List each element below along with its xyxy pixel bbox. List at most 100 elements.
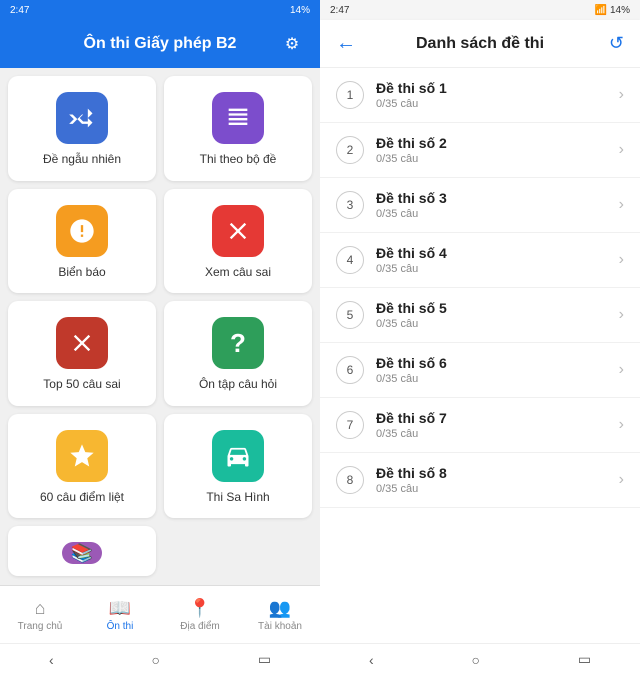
chevron-icon-3: › [619, 196, 624, 214]
exam-title-7: Đề thi số 7 [376, 410, 619, 426]
exam-item-1[interactable]: 1 Đề thi số 1 0/35 câu › [320, 68, 640, 123]
refresh-button[interactable]: ↺ [600, 33, 624, 54]
menu-item-60-cau[interactable]: 60 câu điểm liệt [8, 414, 156, 519]
right-header: ← Danh sách đề thi ↺ [320, 20, 640, 68]
right-header-title: Danh sách đề thi [360, 35, 600, 53]
exam-item-4[interactable]: 4 Đề thi số 4 0/35 câu › [320, 233, 640, 288]
on-tap-label: Ôn tập câu hỏi [199, 377, 277, 393]
right-screen: 2:47 📶 14% ← Danh sách đề thi ↺ 1 Đề thi… [320, 0, 640, 675]
chevron-icon-2: › [619, 141, 624, 159]
left-header: Ôn thi Giấy phép B2 ⚙ [0, 20, 320, 68]
exam-info-2: Đề thi số 2 0/35 câu [376, 135, 619, 165]
header-spacer-left [16, 32, 40, 56]
back-sys-left[interactable]: ‹ [49, 652, 54, 668]
exam-item-3[interactable]: 3 Đề thi số 3 0/35 câu › [320, 178, 640, 233]
exam-item-2[interactable]: 2 Đề thi số 2 0/35 câu › [320, 123, 640, 178]
home-sys-right[interactable]: ○ [471, 652, 479, 668]
home-sys-left[interactable]: ○ [151, 652, 159, 668]
left-header-title: Ôn thi Giấy phép B2 [40, 35, 280, 53]
exam-info-5: Đề thi số 5 0/35 câu [376, 300, 619, 330]
chevron-icon-4: › [619, 251, 624, 269]
nav-tai-khoan[interactable]: 👥 Tài khoản [240, 586, 320, 643]
exam-title-8: Đề thi số 8 [376, 465, 619, 481]
nav-dia-diem[interactable]: 📍 Địa điểm [160, 586, 240, 643]
menu-item-on-tap[interactable]: ? Ôn tập câu hỏi [164, 301, 312, 406]
chevron-icon-5: › [619, 306, 624, 324]
time-right: 2:47 [330, 5, 349, 16]
60-cau-icon [56, 430, 108, 482]
exam-sub-5: 0/35 câu [376, 318, 619, 330]
chevron-icon-7: › [619, 416, 624, 434]
exam-info-1: Đề thi số 1 0/35 câu [376, 80, 619, 110]
menu-item-de-ngau-nhien[interactable]: Đề ngẫu nhiên [8, 76, 156, 181]
60-cau-label: 60 câu điểm liệt [40, 490, 124, 506]
exam-sub-8: 0/35 câu [376, 483, 619, 495]
menu-item-thi-theo-bo-de[interactable]: Thi theo bộ đề [164, 76, 312, 181]
bien-bao-icon [56, 205, 108, 257]
recent-sys-right[interactable]: ▭ [578, 651, 591, 668]
sys-nav-right: ‹ ○ ▭ [320, 643, 640, 675]
exam-item-6[interactable]: 6 Đề thi số 6 0/35 câu › [320, 343, 640, 398]
exam-title-2: Đề thi số 2 [376, 135, 619, 151]
exam-info-4: Đề thi số 4 0/35 câu [376, 245, 619, 275]
home-icon: ⌂ [35, 598, 46, 619]
exam-number-3: 3 [336, 191, 364, 219]
exam-title-1: Đề thi số 1 [376, 80, 619, 96]
status-bar-right: 2:47 📶 14% [320, 0, 640, 20]
partial-icon: 📚 [62, 542, 102, 564]
bien-bao-label: Biển báo [58, 265, 105, 281]
exam-title-6: Đề thi số 6 [376, 355, 619, 371]
status-bar-left: 2:47 14% [0, 0, 320, 20]
back-sys-right[interactable]: ‹ [369, 652, 374, 668]
exam-number-5: 5 [336, 301, 364, 329]
settings-icon[interactable]: ⚙ [280, 32, 304, 56]
exam-info-8: Đề thi số 8 0/35 câu [376, 465, 619, 495]
top-50-icon [56, 317, 108, 369]
back-button[interactable]: ← [336, 32, 360, 55]
exam-number-4: 4 [336, 246, 364, 274]
thi-theo-bo-de-icon [212, 92, 264, 144]
status-icons-right: 📶 14% [595, 5, 630, 16]
xem-cau-sai-label: Xem câu sai [205, 265, 271, 281]
exam-item-8[interactable]: 8 Đề thi số 8 0/35 câu › [320, 453, 640, 508]
exam-item-7[interactable]: 7 Đề thi số 7 0/35 câu › [320, 398, 640, 453]
de-ngau-nhien-icon [56, 92, 108, 144]
on-tap-icon: ? [212, 317, 264, 369]
menu-item-partial[interactable]: 📚 [8, 526, 156, 576]
exam-sub-4: 0/35 câu [376, 263, 619, 275]
book-icon: 📖 [109, 598, 131, 619]
exam-sub-2: 0/35 câu [376, 153, 619, 165]
bottom-nav: ⌂ Trang chủ 📖 Ôn thi 📍 Địa điểm 👥 Tài kh… [0, 585, 320, 643]
exam-number-2: 2 [336, 136, 364, 164]
menu-item-xem-cau-sai[interactable]: Xem câu sai [164, 189, 312, 294]
menu-item-thi-sa-hinh[interactable]: Thi Sa Hình [164, 414, 312, 519]
exam-item-5[interactable]: 5 Đề thi số 5 0/35 câu › [320, 288, 640, 343]
exam-number-6: 6 [336, 356, 364, 384]
exam-title-5: Đề thi số 5 [376, 300, 619, 316]
exam-title-3: Đề thi số 3 [376, 190, 619, 206]
time-left: 2:47 [10, 5, 29, 16]
exam-sub-1: 0/35 câu [376, 98, 619, 110]
menu-item-top-50[interactable]: Top 50 câu sai [8, 301, 156, 406]
exam-number-7: 7 [336, 411, 364, 439]
thi-theo-bo-de-label: Thi theo bộ đề [200, 152, 277, 168]
exam-number-8: 8 [336, 466, 364, 494]
exam-info-3: Đề thi số 3 0/35 câu [376, 190, 619, 220]
nav-trang-chu[interactable]: ⌂ Trang chủ [0, 586, 80, 643]
exam-info-7: Đề thi số 7 0/35 câu [376, 410, 619, 440]
recent-sys-left[interactable]: ▭ [258, 651, 271, 668]
top-50-label: Top 50 câu sai [43, 377, 120, 393]
de-ngau-nhien-label: Đề ngẫu nhiên [43, 152, 121, 168]
battery-left: 14% [290, 5, 310, 16]
exam-sub-6: 0/35 câu [376, 373, 619, 385]
menu-grid: Đề ngẫu nhiên Thi theo bộ đề Biển báo Xe… [0, 68, 320, 585]
chevron-icon-1: › [619, 86, 624, 104]
exam-sub-3: 0/35 câu [376, 208, 619, 220]
sys-nav-left: ‹ ○ ▭ [0, 643, 320, 675]
menu-item-bien-bao[interactable]: Biển báo [8, 189, 156, 294]
battery-right: 14% [610, 5, 630, 16]
chevron-icon-8: › [619, 471, 624, 489]
nav-on-thi[interactable]: 📖 Ôn thi [80, 586, 160, 643]
exam-title-4: Đề thi số 4 [376, 245, 619, 261]
status-icons-left: 14% [290, 5, 310, 16]
